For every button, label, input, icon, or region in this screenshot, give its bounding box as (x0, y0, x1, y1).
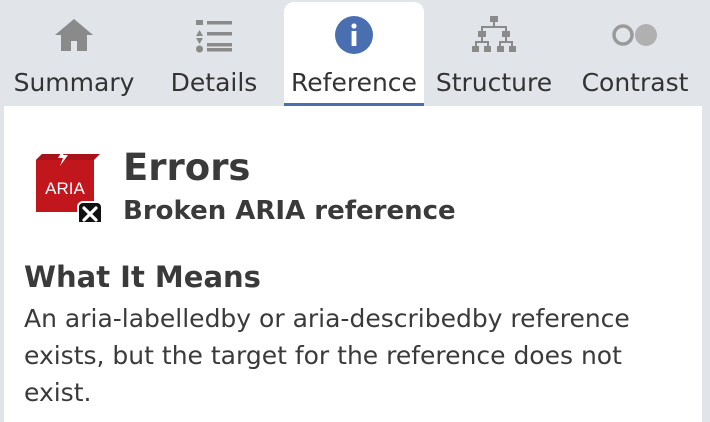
aria-error-icon: ARIA (34, 148, 106, 227)
tab-contrast-label: Contrast (581, 68, 689, 97)
tab-structure[interactable]: Structure (424, 2, 564, 106)
what-it-means-heading: What It Means (24, 260, 261, 294)
hierarchy-icon (472, 2, 516, 68)
tab-reference[interactable]: Reference (284, 2, 424, 106)
tab-summary-label: Summary (13, 68, 135, 97)
reference-panel: ARIA Errors Broken ARIA reference What I… (4, 106, 702, 422)
home-icon (53, 2, 95, 68)
info-icon (333, 2, 375, 68)
tab-bar: Summary Details Reference Structure Cont… (0, 0, 710, 106)
list-icon (193, 2, 235, 68)
tab-reference-label: Reference (291, 68, 417, 97)
tab-summary[interactable]: Summary (4, 2, 144, 106)
tab-contrast[interactable]: Contrast (564, 2, 706, 106)
tab-structure-label: Structure (435, 68, 553, 97)
error-name: Broken ARIA reference (123, 196, 456, 226)
aria-badge-text: ARIA (45, 179, 85, 198)
contrast-icon (608, 2, 662, 68)
tab-details-label: Details (170, 68, 258, 97)
what-it-means-text: An aria-labelledby or aria-describedby r… (24, 304, 630, 407)
error-category-title: Errors (123, 146, 251, 189)
tab-details[interactable]: Details (144, 2, 284, 106)
